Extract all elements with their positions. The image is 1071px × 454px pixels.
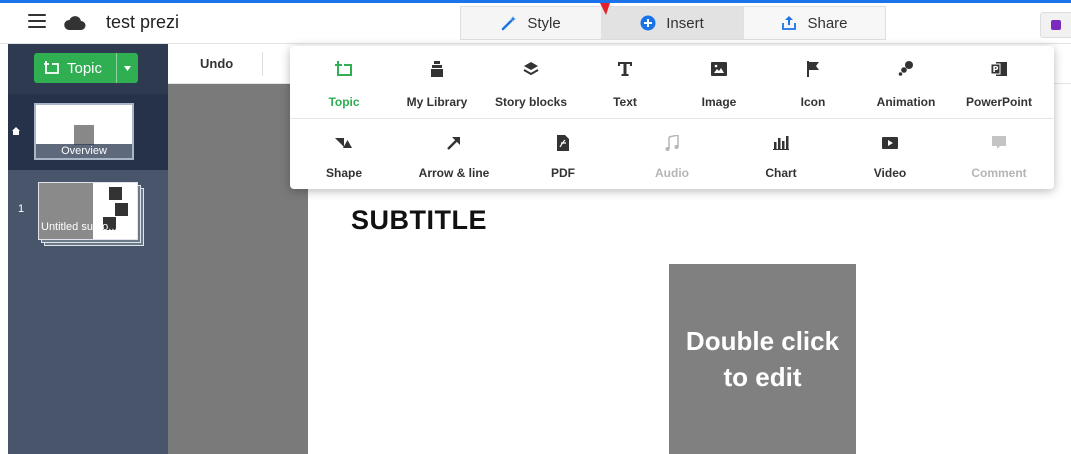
tab-style-label: Style — [527, 14, 561, 32]
plus-circle-icon — [640, 15, 656, 31]
music-note-icon — [665, 135, 679, 151]
overview-item[interactable]: Overview — [8, 94, 168, 170]
sidebar-header: Topic — [8, 44, 168, 94]
insert-comment[interactable]: Comment — [952, 46, 1046, 180]
slide-label: Untitled subto... — [41, 221, 118, 233]
insert-menu: Topic My Library Story blocks Text Image — [290, 46, 1054, 189]
insert-pdf-label: PDF — [551, 166, 575, 180]
chart-icon — [773, 136, 789, 150]
menu-icon[interactable] — [28, 14, 46, 30]
toolbar-divider — [262, 52, 263, 76]
tab-style[interactable]: Style — [461, 7, 601, 39]
mode-tabs: Style Insert Share — [460, 6, 886, 40]
insert-video[interactable]: Video — [843, 46, 937, 180]
topic-button-label: Topic — [67, 59, 103, 77]
topic-button-main[interactable]: Topic — [34, 60, 116, 77]
pdf-icon — [557, 135, 569, 151]
overview-thumbnail[interactable]: Overview — [34, 103, 134, 160]
home-icon — [12, 127, 20, 135]
image-placeholder[interactable]: Double click to edit — [669, 264, 856, 454]
thumbnail-square — [109, 187, 122, 200]
insert-chart[interactable]: Chart — [734, 46, 828, 180]
menu-divider — [290, 118, 1054, 119]
tab-insert[interactable]: Insert — [601, 7, 743, 39]
slide-subtitle[interactable]: SUBTITLE — [351, 205, 487, 236]
tab-share[interactable]: Share — [743, 7, 885, 39]
insert-audio-label: Audio — [655, 166, 689, 180]
share-upload-icon — [782, 16, 797, 30]
tab-insert-label: Insert — [666, 14, 704, 32]
chevron-down-icon — [124, 65, 131, 71]
magic-wand-icon — [502, 16, 517, 31]
document-title[interactable]: test prezi — [106, 12, 179, 33]
thumbnail-square — [115, 203, 128, 216]
insert-video-label: Video — [873, 166, 907, 180]
overview-thumbnail-shape — [74, 125, 94, 145]
slide-thumbnail-front: Untitled subto... — [38, 182, 138, 240]
comment-icon — [992, 136, 1006, 149]
slide-thumbnail[interactable]: Untitled subto... — [38, 182, 144, 246]
insert-chart-label: Chart — [765, 166, 797, 180]
slide-number: 1 — [18, 203, 25, 215]
insert-arrow-line[interactable]: Arrow & line — [407, 46, 501, 180]
arrow-icon — [447, 137, 460, 150]
insert-audio[interactable]: Audio — [625, 46, 719, 180]
overview-label: Overview — [36, 144, 132, 158]
topic-icon — [44, 61, 59, 74]
present-button[interactable] — [1040, 12, 1071, 38]
insert-arrow-line-label: Arrow & line — [418, 166, 490, 180]
canvas-background — [168, 44, 308, 454]
insert-pdf[interactable]: PDF — [516, 46, 610, 180]
insert-shape[interactable]: Shape — [297, 46, 391, 180]
topic-dropdown-toggle[interactable] — [116, 53, 138, 83]
top-bar: test prezi Style Insert Share — [0, 0, 1071, 44]
cloud-icon — [64, 16, 86, 30]
add-topic-button[interactable]: Topic — [34, 53, 138, 83]
tab-share-label: Share — [807, 14, 848, 32]
insert-comment-label: Comment — [971, 166, 1027, 180]
undo-button[interactable]: Undo — [200, 56, 233, 71]
shape-icon — [335, 138, 352, 148]
annotation-arrow-tip — [600, 3, 610, 15]
video-icon — [882, 137, 898, 149]
slides-sidebar: Topic Overview 1 Untitled subto... — [8, 44, 168, 454]
insert-shape-label: Shape — [325, 166, 362, 180]
present-icon — [1051, 20, 1061, 30]
